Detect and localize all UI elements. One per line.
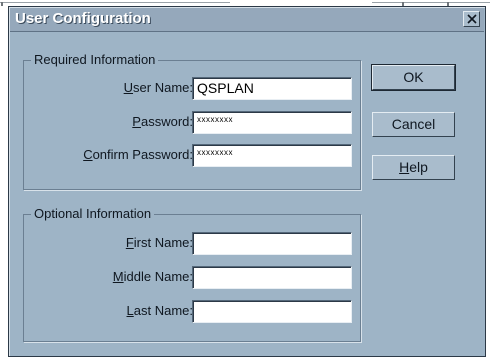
cancel-button[interactable]: Cancel bbox=[372, 112, 455, 137]
required-information-legend: Required Information bbox=[31, 52, 159, 67]
first-name-input[interactable] bbox=[192, 232, 352, 255]
confirm-password-input[interactable]: xxxxxxxx bbox=[192, 144, 352, 167]
background-mark bbox=[1, 2, 3, 6]
last-name-input[interactable] bbox=[192, 300, 352, 323]
user-name-label: User Name: bbox=[123, 80, 193, 95]
user-configuration-dialog: User Configuration Required Information … bbox=[8, 6, 486, 357]
help-button[interactable]: Help bbox=[372, 155, 455, 180]
optional-information-legend: Optional Information bbox=[31, 206, 155, 221]
close-button[interactable] bbox=[463, 11, 480, 27]
middle-name-label: Middle Name: bbox=[112, 269, 193, 284]
last-name-label: Last Name: bbox=[126, 303, 193, 318]
ok-button[interactable]: OK bbox=[371, 64, 456, 91]
middle-name-input[interactable] bbox=[192, 266, 352, 289]
background-divider bbox=[372, 2, 490, 3]
dialog-title: User Configuration bbox=[15, 10, 151, 27]
background-divider bbox=[0, 2, 230, 3]
password-label: Password: bbox=[132, 114, 193, 129]
first-name-label: First Name: bbox=[125, 235, 193, 250]
required-information-group: Required Information User Name: QSPLAN P… bbox=[23, 52, 361, 190]
close-icon bbox=[467, 14, 477, 24]
screen: User Configuration Required Information … bbox=[0, 0, 490, 360]
title-bar[interactable]: User Configuration bbox=[10, 8, 484, 32]
password-input[interactable]: xxxxxxxx bbox=[192, 111, 352, 134]
optional-information-group: Optional Information First Name: Middle … bbox=[23, 206, 361, 342]
confirm-password-label: Confirm Password: bbox=[83, 147, 193, 162]
user-name-input[interactable]: QSPLAN bbox=[192, 77, 352, 100]
